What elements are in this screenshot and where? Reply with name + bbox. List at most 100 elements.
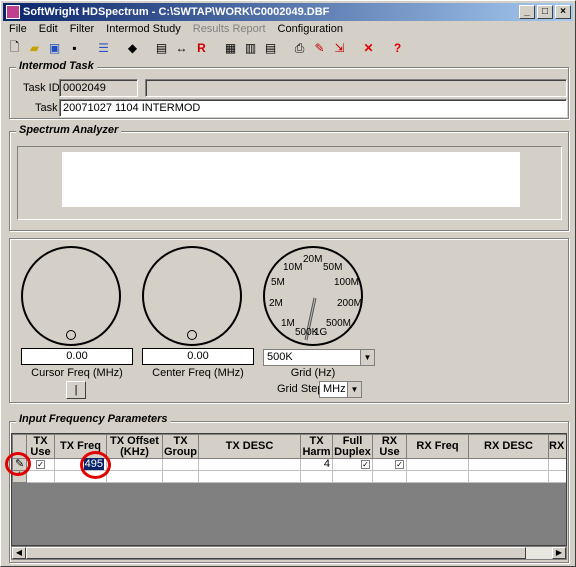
tx-desc-cell[interactable] xyxy=(198,470,301,483)
center-freq-dial[interactable] xyxy=(142,246,242,346)
rx-desc-cell[interactable] xyxy=(468,470,549,483)
rx-desc-cell[interactable] xyxy=(468,458,549,471)
grid-scale-50m: 50M xyxy=(323,262,343,273)
column-header[interactable]: TX Offset (KHz) xyxy=(106,434,163,459)
document-icon[interactable]: ▥ xyxy=(241,38,260,58)
center-dial-knob xyxy=(187,330,197,340)
edit-icon[interactable]: ✎ xyxy=(310,38,329,58)
minimize-button[interactable]: _ xyxy=(519,5,535,19)
grid-step-value: MHz xyxy=(323,383,346,395)
tx-group-cell[interactable] xyxy=(162,470,199,483)
cursor-freq-dial[interactable] xyxy=(21,246,121,346)
column-header[interactable]: TX Use xyxy=(26,434,55,459)
maximize-button[interactable]: □ xyxy=(537,5,553,19)
report-icon[interactable]: ▦ xyxy=(221,38,240,58)
center-freq-caption: Center Freq (MHz) xyxy=(152,367,244,379)
grid-scale-500k: 500K xyxy=(295,327,319,338)
grid-scale-500m: 500M xyxy=(326,318,352,329)
scroll-left-icon[interactable]: ◀ xyxy=(12,547,26,559)
scroll-thumb[interactable] xyxy=(26,547,526,559)
cursor-dial-knob xyxy=(66,330,76,340)
column-header[interactable]: Full Duplex xyxy=(332,434,373,459)
tx-harm-cell[interactable]: 4 xyxy=(300,458,333,471)
rx-freq-cell[interactable] xyxy=(406,470,469,483)
menu-edit[interactable]: Edit xyxy=(33,21,64,37)
cursor-freq-caption: Cursor Freq (MHz) xyxy=(31,367,123,379)
grid-scale-200m: 200M xyxy=(337,298,363,309)
spectrum-display[interactable] xyxy=(17,146,562,220)
cursor-reset-button[interactable]: | xyxy=(66,381,86,399)
tx-offset-cell[interactable] xyxy=(106,470,163,483)
chevron-down-icon[interactable]: ▼ xyxy=(360,350,374,365)
chevron-down-icon[interactable]: ▼ xyxy=(347,382,361,397)
r-icon[interactable]: R xyxy=(192,38,211,58)
column-header[interactable]: RX Freq xyxy=(406,434,469,459)
window-title: SoftWright HDSpectrum - C:\SWTAP\WORK\C0… xyxy=(23,6,330,18)
tx-desc-cell[interactable] xyxy=(198,458,301,471)
rx-freq-cell[interactable] xyxy=(406,458,469,471)
task-field[interactable]: 20071027 1104 INTERMOD xyxy=(59,99,567,117)
column-header[interactable]: RX xyxy=(548,434,566,459)
grid-select-value: 500K xyxy=(267,351,293,363)
print-icon[interactable]: ⎙ xyxy=(290,38,309,58)
center-freq-value[interactable]: 0.00 xyxy=(142,348,254,365)
rx-extra-cell[interactable] xyxy=(548,470,566,483)
document2-icon[interactable]: ▤ xyxy=(261,38,280,58)
menu-results-report[interactable]: Results Report xyxy=(187,21,272,37)
menu-intermod-study[interactable]: Intermod Study xyxy=(100,21,187,37)
tx-group-cell[interactable] xyxy=(162,458,199,471)
open-db-icon[interactable]: ▣ xyxy=(45,38,64,58)
grid-step-select[interactable]: MHz ▼ xyxy=(319,381,362,398)
delete-icon[interactable]: ✕ xyxy=(359,38,378,58)
task-id-field: 0002049 xyxy=(59,79,138,97)
input-params-grid[interactable]: TX Use TX Freq TX Offset (KHz) TX Group TX … xyxy=(11,433,567,546)
spectrum-analyzer-title: Spectrum Analyzer xyxy=(16,124,122,136)
grid-scale-20m: 20M xyxy=(303,254,323,265)
grid-select[interactable]: 500K ▼ xyxy=(263,349,375,366)
column-header[interactable]: RX DESC xyxy=(468,434,549,459)
task-id-extra-field xyxy=(145,79,567,97)
rx-use-checkbox[interactable]: ✓ xyxy=(372,458,407,471)
column-header[interactable]: RX Use xyxy=(372,434,407,459)
open-folder-icon[interactable]: ▰ xyxy=(25,38,44,58)
save-icon[interactable]: ▪ xyxy=(65,38,84,58)
column-header[interactable]: TX Group xyxy=(162,434,199,459)
full-duplex-cell[interactable] xyxy=(332,470,373,483)
menu-file[interactable]: File xyxy=(3,21,33,37)
expand-icon[interactable]: ↔ xyxy=(172,38,191,58)
rx-extra-cell[interactable] xyxy=(548,458,566,471)
grid-scale-2m: 2M xyxy=(269,298,283,309)
task-id-label: Task ID: xyxy=(23,82,63,94)
menu-configuration[interactable]: Configuration xyxy=(272,21,349,37)
new-file-icon[interactable]: 🗋 xyxy=(5,38,24,58)
tx-offset-cell[interactable] xyxy=(106,458,163,471)
toolbar: 🗋 ▰ ▣ ▪ ☰ ◆ ▤ ↔ R ▦ ▥ ▤ ⎙ ✎ ⇲ ✕ ? xyxy=(5,38,407,60)
help-icon[interactable]: ? xyxy=(388,38,407,58)
column-header[interactable]: TX Harm xyxy=(300,434,333,459)
task-label: Task xyxy=(35,102,58,114)
column-header[interactable]: TX DESC xyxy=(198,434,301,459)
full-duplex-checkbox[interactable]: ✓ xyxy=(332,458,373,471)
horizontal-scrollbar[interactable]: ◀ ▶ xyxy=(11,546,567,560)
rx-use-cell[interactable] xyxy=(372,470,407,483)
tx-harm-cell[interactable] xyxy=(300,470,333,483)
tx-use-cell[interactable] xyxy=(26,470,55,483)
highlight-circle-tx-freq xyxy=(80,451,111,479)
intermod-task-title: Intermod Task xyxy=(16,60,97,72)
grid-scale-1m: 1M xyxy=(281,318,295,329)
cursor-freq-value[interactable]: 0.00 xyxy=(21,348,133,365)
list-icon[interactable]: ☰ xyxy=(94,38,113,58)
filter-icon[interactable]: ▤ xyxy=(152,38,171,58)
grid-caption: Grid (Hz) xyxy=(290,367,336,379)
close-button[interactable]: × xyxy=(555,5,571,19)
grid-scale-10m: 10M xyxy=(283,262,303,273)
spectrum-plot-area xyxy=(62,152,520,207)
menu-filter[interactable]: Filter xyxy=(64,21,100,37)
input-params-title: Input Frequency Parameters xyxy=(16,413,171,425)
scroll-right-icon[interactable]: ▶ xyxy=(552,547,566,559)
grid-scale-5m: 5M xyxy=(271,277,285,288)
export-icon[interactable]: ⇲ xyxy=(330,38,349,58)
app-icon xyxy=(6,5,20,19)
highlight-circle-edit-marker xyxy=(5,452,31,476)
stack-icon[interactable]: ◆ xyxy=(123,38,142,58)
